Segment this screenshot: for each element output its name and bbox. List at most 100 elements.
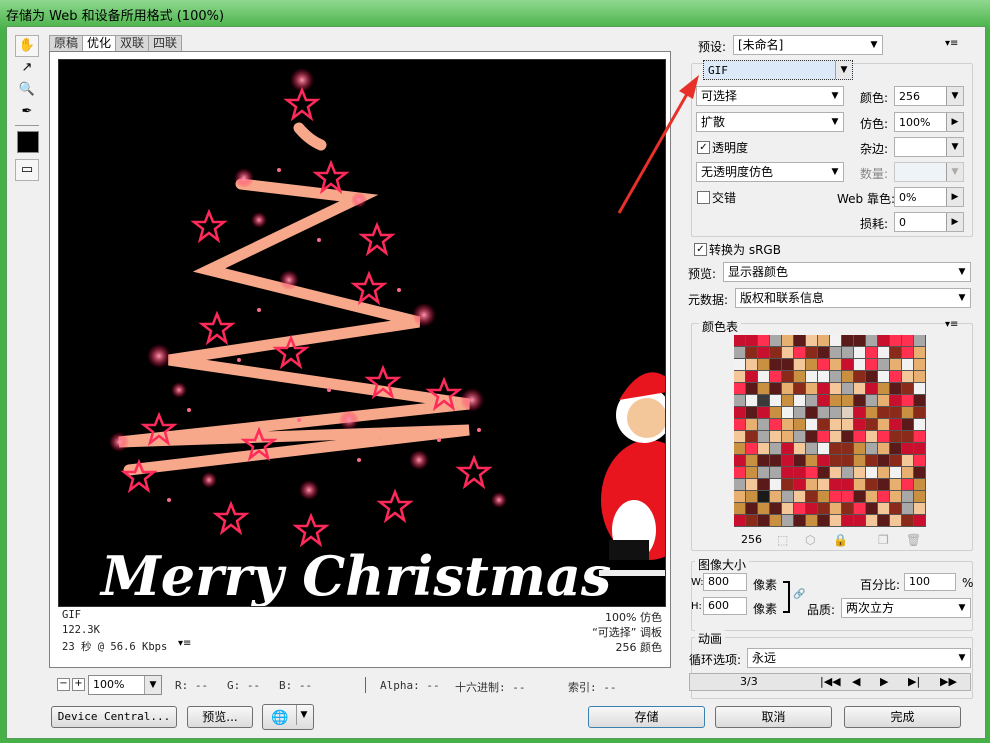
color-swatch[interactable] <box>830 491 842 503</box>
color-swatch[interactable] <box>866 359 878 371</box>
color-swatch[interactable] <box>794 443 806 455</box>
color-swatch[interactable] <box>734 503 746 515</box>
color-swatch[interactable] <box>830 515 842 527</box>
color-swatch[interactable] <box>818 395 830 407</box>
color-swatch[interactable] <box>746 515 758 527</box>
color-swatch[interactable] <box>878 383 890 395</box>
tab-2up[interactable]: 双联 <box>115 35 150 51</box>
color-swatch[interactable] <box>866 431 878 443</box>
quality-select[interactable]: 两次立方 ▼ <box>841 598 971 618</box>
color-swatch[interactable] <box>734 371 746 383</box>
trash-icon[interactable]: 🗑 <box>906 533 921 547</box>
color-swatch[interactable] <box>818 479 830 491</box>
color-swatch[interactable] <box>746 503 758 515</box>
last-frame-icon[interactable]: ▶▶ <box>940 674 957 690</box>
color-swatch[interactable] <box>770 383 782 395</box>
color-swatch[interactable] <box>854 515 866 527</box>
color-swatch[interactable] <box>866 347 878 359</box>
browser-select[interactable]: 🌐 ▼ <box>262 704 314 730</box>
color-swatch[interactable] <box>902 431 914 443</box>
color-swatch[interactable] <box>758 431 770 443</box>
color-swatch[interactable] <box>734 407 746 419</box>
color-swatch[interactable] <box>890 491 902 503</box>
color-swatch[interactable] <box>914 503 926 515</box>
color-swatch[interactable] <box>818 455 830 467</box>
web-shift-icon[interactable]: ⬡ <box>805 533 815 547</box>
color-swatch[interactable] <box>914 467 926 479</box>
color-swatch[interactable] <box>866 371 878 383</box>
percent-input[interactable]: 100 <box>904 573 956 591</box>
color-swatch[interactable] <box>770 395 782 407</box>
color-swatch[interactable] <box>866 467 878 479</box>
color-swatch[interactable] <box>746 491 758 503</box>
tab-optimized[interactable]: 优化 <box>82 35 117 51</box>
color-swatch[interactable] <box>758 491 770 503</box>
next-frame-icon[interactable]: ▶| <box>908 674 920 690</box>
color-swatch[interactable] <box>746 431 758 443</box>
color-swatch[interactable] <box>902 443 914 455</box>
color-swatch[interactable] <box>854 371 866 383</box>
color-swatch[interactable] <box>830 395 842 407</box>
color-swatch[interactable] <box>902 455 914 467</box>
width-input[interactable]: 800 <box>703 573 747 591</box>
color-swatch[interactable] <box>878 347 890 359</box>
color-swatch[interactable] <box>794 383 806 395</box>
matte-select[interactable]: ▼ <box>894 137 964 157</box>
dither-algorithm-select[interactable]: 扩散 ▼ <box>696 112 844 132</box>
optimize-menu-icon[interactable]: ▾≡ <box>945 38 958 49</box>
color-swatch[interactable] <box>866 455 878 467</box>
color-swatch[interactable] <box>818 431 830 443</box>
color-swatch[interactable] <box>842 359 854 371</box>
color-swatch[interactable] <box>818 383 830 395</box>
color-swatch[interactable] <box>830 347 842 359</box>
color-swatch[interactable] <box>890 443 902 455</box>
color-swatch[interactable] <box>890 467 902 479</box>
color-swatch[interactable] <box>770 371 782 383</box>
color-swatch[interactable] <box>878 479 890 491</box>
color-swatch[interactable] <box>854 407 866 419</box>
color-swatch[interactable] <box>818 335 830 347</box>
color-swatch[interactable] <box>818 407 830 419</box>
loop-select[interactable]: 永远 ▼ <box>747 648 971 668</box>
color-swatch[interactable] <box>806 515 818 527</box>
color-swatch[interactable] <box>770 347 782 359</box>
color-swatch[interactable] <box>878 455 890 467</box>
color-swatch[interactable] <box>914 443 926 455</box>
color-swatch[interactable] <box>794 335 806 347</box>
color-swatch[interactable] <box>734 395 746 407</box>
color-swatch[interactable] <box>854 383 866 395</box>
color-swatch[interactable] <box>902 503 914 515</box>
color-swatch[interactable] <box>758 335 770 347</box>
color-swatch[interactable] <box>842 467 854 479</box>
color-swatch[interactable] <box>866 419 878 431</box>
color-swatch[interactable] <box>782 515 794 527</box>
color-swatch[interactable] <box>902 347 914 359</box>
preview-button[interactable]: 预览... <box>187 706 253 728</box>
color-swatch[interactable] <box>818 443 830 455</box>
color-swatch[interactable] <box>782 443 794 455</box>
color-swatch[interactable] <box>782 347 794 359</box>
color-swatch[interactable] <box>902 371 914 383</box>
color-swatch[interactable] <box>878 371 890 383</box>
color-swatch[interactable] <box>794 503 806 515</box>
color-swatch[interactable] <box>866 491 878 503</box>
color-swatch[interactable] <box>842 395 854 407</box>
color-swatch[interactable] <box>818 515 830 527</box>
preset-select[interactable]: [未命名] ▼ <box>733 35 883 55</box>
color-swatch[interactable] <box>854 431 866 443</box>
color-swatch[interactable] <box>770 443 782 455</box>
color-swatch[interactable] <box>890 335 902 347</box>
color-swatch[interactable] <box>782 419 794 431</box>
color-swatch[interactable] <box>782 335 794 347</box>
color-swatch[interactable] <box>758 443 770 455</box>
color-swatch[interactable] <box>902 395 914 407</box>
color-swatch[interactable] <box>734 443 746 455</box>
color-swatch[interactable] <box>806 479 818 491</box>
toggle-slices-icon[interactable]: ▭ <box>15 159 39 181</box>
color-swatch[interactable] <box>734 515 746 527</box>
color-swatch[interactable] <box>854 479 866 491</box>
color-swatch[interactable] <box>890 419 902 431</box>
color-swatch[interactable] <box>890 431 902 443</box>
metadata-select[interactable]: 版权和联系信息 ▼ <box>735 288 971 308</box>
color-swatch[interactable] <box>842 443 854 455</box>
